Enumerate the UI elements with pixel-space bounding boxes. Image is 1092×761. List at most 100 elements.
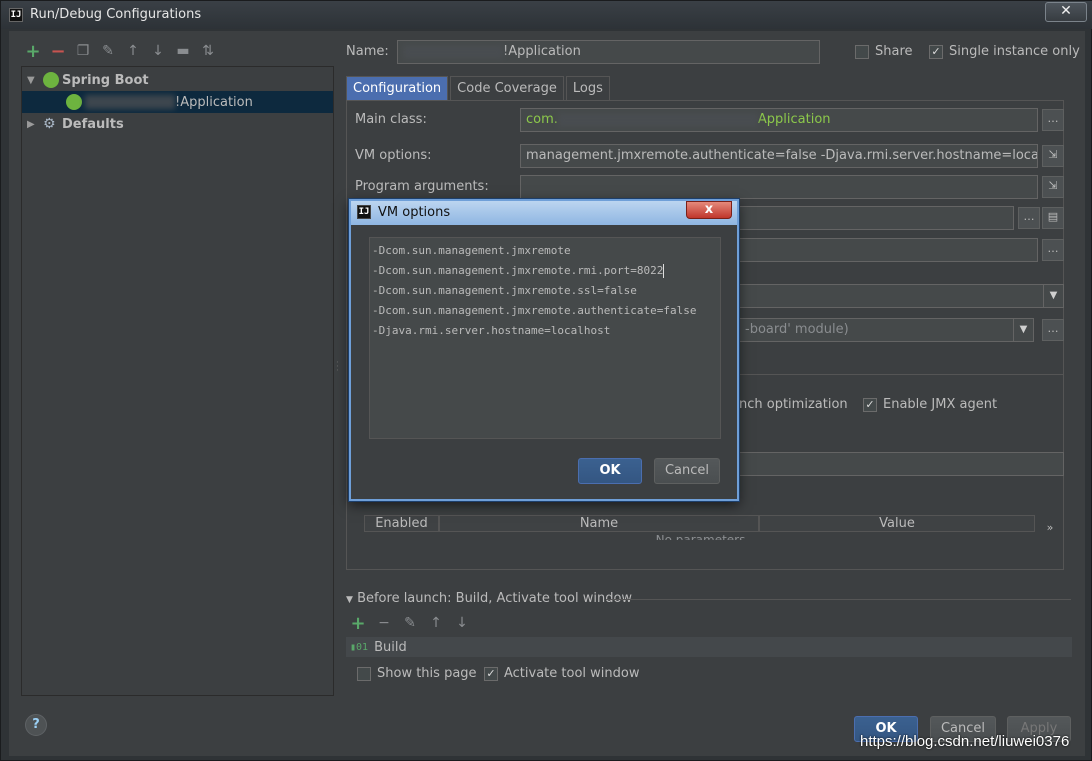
working-directory-field[interactable] xyxy=(739,206,1014,230)
vm-options-close-button[interactable]: x xyxy=(686,201,732,219)
checkbox-box[interactable] xyxy=(855,44,869,59)
splitter-handle[interactable]: · · · xyxy=(336,359,339,376)
collapse-triangle-icon[interactable]: ▼ xyxy=(346,595,353,605)
watermark-text: https://blog.csdn.net/liuwei0376 xyxy=(860,733,1070,750)
active-profiles-field[interactable] xyxy=(739,452,1064,476)
vm-option-line: -Dcom.sun.management.jmxremote xyxy=(372,244,571,257)
tab-code-coverage[interactable]: Code Coverage xyxy=(450,76,564,100)
tab-configuration[interactable]: Configuration xyxy=(346,76,449,100)
tree-label: !Application xyxy=(175,94,253,110)
column-name[interactable]: Name xyxy=(439,515,759,532)
checkbox-box[interactable]: ✓ xyxy=(484,666,498,681)
column-enabled[interactable]: Enabled xyxy=(364,515,439,532)
collapse-arrow-icon[interactable]: ▶ xyxy=(27,119,39,130)
activate-tool-window-label: Activate tool window xyxy=(504,666,640,681)
macros-icon[interactable]: ▤ xyxy=(1042,207,1064,229)
checkbox-box[interactable] xyxy=(357,666,371,681)
override-parameters-table: Enabled Name Value No parameters xyxy=(364,515,1037,543)
expand-program-args-icon[interactable]: ⇲ xyxy=(1042,176,1064,198)
vm-option-line: -Dcom.sun.management.jmxremote.ssl=false xyxy=(372,284,637,297)
tree-item-defaults[interactable]: ▶ ⚙ Defaults xyxy=(22,113,333,135)
table-header: Enabled Name Value xyxy=(364,515,1037,532)
tree-item-application[interactable]: !Application xyxy=(22,91,333,113)
expand-arrow-icon[interactable]: ▼ xyxy=(27,75,39,86)
move-up-icon[interactable]: ↑ xyxy=(125,43,141,59)
jre-combo[interactable]: ▼ xyxy=(739,284,1064,308)
module-settings-button[interactable]: … xyxy=(1042,319,1064,341)
title-bar: IJ Run/Debug Configurations ✕ xyxy=(1,1,1092,29)
env-variables-field[interactable] xyxy=(739,238,1038,262)
main-class-field[interactable]: com. Application xyxy=(520,108,1038,132)
help-button[interactable]: ? xyxy=(25,714,47,736)
vm-options-ok-button[interactable]: OK xyxy=(578,458,642,484)
single-instance-label: Single instance only xyxy=(949,44,1080,59)
chevron-down-icon[interactable]: ▼ xyxy=(1043,285,1063,307)
activate-tool-window-checkbox[interactable]: ✓ Activate tool window xyxy=(484,666,639,681)
vm-option-line: -Dcom.sun.management.jmxremote.rmi.port=… xyxy=(372,261,718,281)
vm-option-line: -Dcom.sun.management.jmxremote.authentic… xyxy=(372,304,697,317)
name-label: Name: xyxy=(346,44,389,59)
before-launch-header[interactable]: ▼ Before launch: Build, Activate tool wi… xyxy=(346,591,632,606)
show-page-checkbox[interactable]: Show this page xyxy=(357,666,477,681)
enable-jmx-label: Enable JMX agent xyxy=(883,397,998,412)
edit-task-icon[interactable]: ✎ xyxy=(402,615,418,631)
task-up-icon[interactable]: ↑ xyxy=(428,615,444,631)
window-title: Run/Debug Configurations xyxy=(30,7,202,22)
share-checkbox[interactable]: Share xyxy=(855,44,913,59)
tab-logs[interactable]: Logs xyxy=(565,76,610,100)
window-close-button[interactable]: ✕ xyxy=(1045,2,1087,22)
name-value: !Application xyxy=(503,44,581,59)
add-icon[interactable]: + xyxy=(25,41,41,62)
intellij-icon: IJ xyxy=(9,8,23,22)
main-class-label: Main class: xyxy=(355,112,427,127)
text-caret xyxy=(663,264,665,278)
browse-main-class-button[interactable]: … xyxy=(1042,109,1064,131)
spring-app-icon xyxy=(66,94,82,110)
config-tabs: Configuration Code Coverage Logs xyxy=(346,76,610,100)
build-icon: ▮01 xyxy=(350,641,369,653)
sort-icon[interactable]: ⇅ xyxy=(200,43,216,59)
empty-table-text: No parameters xyxy=(655,533,746,540)
copy-icon[interactable]: ❐ xyxy=(75,43,91,59)
show-page-label: Show this page xyxy=(377,666,477,681)
single-instance-checkbox[interactable]: ✓ Single instance only xyxy=(929,44,1080,59)
build-item[interactable]: Build xyxy=(374,640,407,655)
spring-boot-icon xyxy=(43,72,59,88)
name-field[interactable]: !Application xyxy=(397,40,820,64)
before-launch-list: ▮01 Build xyxy=(346,637,1072,657)
section-divider xyxy=(606,599,1071,600)
main-class-suffix: Application xyxy=(757,112,831,127)
move-down-icon[interactable]: ↓ xyxy=(150,43,166,59)
more-chevron-icon[interactable]: » xyxy=(1039,519,1061,541)
program-args-field[interactable] xyxy=(520,175,1038,199)
tree-label: Spring Boot xyxy=(62,72,149,88)
expand-vm-options-icon[interactable]: ⇲ xyxy=(1042,145,1064,167)
wrench-icon[interactable]: ✎ xyxy=(100,43,116,59)
config-toolbar: + − ❐ ✎ ↑ ↓ ▬ ⇅ xyxy=(25,41,216,62)
folder-icon[interactable]: ▬ xyxy=(175,43,191,59)
vm-options-field[interactable]: management.jmxremote.authenticate=false … xyxy=(520,144,1038,168)
task-down-icon[interactable]: ↓ xyxy=(454,615,470,631)
main-class-prefix: com. xyxy=(526,112,558,127)
program-args-label: Program arguments: xyxy=(355,179,489,194)
intellij-icon: IJ xyxy=(357,205,371,219)
edit-env-button[interactable]: … xyxy=(1042,239,1064,261)
tree-label: Defaults xyxy=(62,116,124,132)
chevron-down-icon[interactable]: ▼ xyxy=(1013,319,1033,341)
browse-working-dir-button[interactable]: … xyxy=(1018,207,1040,229)
vm-option-text: -Dcom.sun.management.jmxremote.rmi.port=… xyxy=(372,264,664,277)
defaults-gear-icon: ⚙ xyxy=(43,116,56,132)
add-task-icon[interactable]: + xyxy=(350,613,366,634)
remove-task-icon[interactable]: − xyxy=(376,615,392,631)
vm-options-label: VM options: xyxy=(355,148,432,163)
checkbox-box[interactable]: ✓ xyxy=(863,397,877,412)
column-value[interactable]: Value xyxy=(759,515,1035,532)
remove-icon[interactable]: − xyxy=(50,41,66,62)
vm-options-cancel-button[interactable]: Cancel xyxy=(654,458,720,484)
vm-options-textarea[interactable]: -Dcom.sun.management.jmxremote -Dcom.sun… xyxy=(369,237,721,439)
module-combo[interactable]: -board' module) ▼ xyxy=(739,318,1034,342)
enable-jmx-checkbox[interactable]: ✓ Enable JMX agent xyxy=(863,397,997,412)
vm-options-dialog: IJ VM options x -Dcom.sun.management.jmx… xyxy=(349,199,739,501)
tree-item-spring-boot[interactable]: ▼ Spring Boot xyxy=(22,69,333,91)
checkbox-box[interactable]: ✓ xyxy=(929,44,943,59)
